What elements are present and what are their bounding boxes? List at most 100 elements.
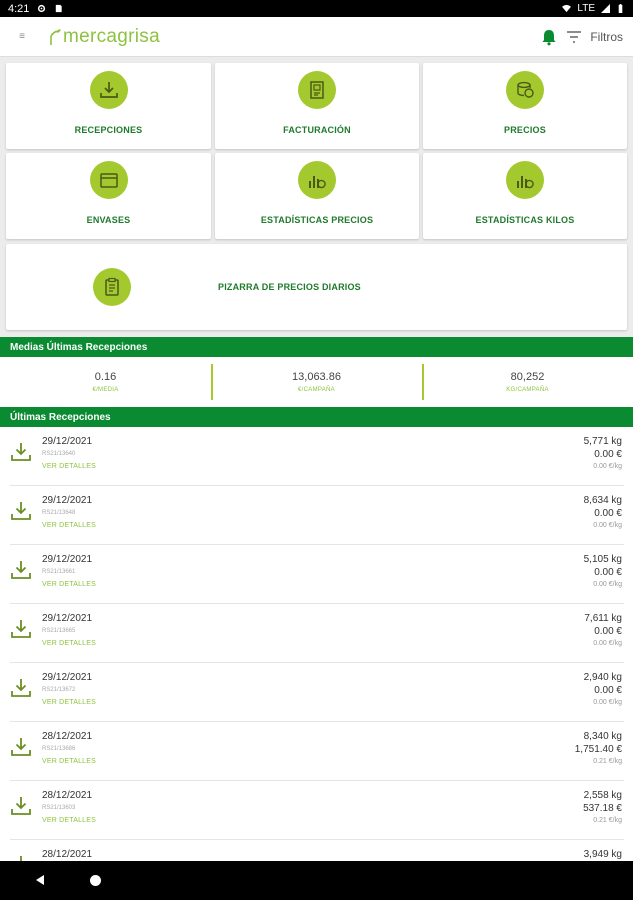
reception-date: 28/12/2021 [42,790,93,801]
reception-price-per-kg: 0.00 €/kg [593,640,622,647]
tile-facturacion[interactable]: FACTURACIÓN [215,63,419,149]
brand-name: mercagrisa [63,25,160,47]
reception-price-per-kg: 0.00 €/kg [593,699,622,706]
average-value: 13,063.86 [292,371,341,383]
reception-amount: 537.18 € [583,803,622,814]
reception-date: 28/12/2021 [42,849,93,860]
tile-estadisticas-precios[interactable]: ESTADÍSTICAS PRECIOS [215,153,419,239]
reception-kilos: 5,105 kg [583,554,622,565]
reception-row[interactable]: 28/12/2021 RS21/13686 VER DETALLES 8,340 kg… [10,722,624,781]
download-icon [11,443,31,461]
download-icon [11,679,31,697]
logo-leaf-icon [48,28,62,46]
average-media: 0.16 €/MEDIA [0,357,211,407]
download-icon [11,738,31,756]
reception-price-per-kg: 0.21 €/kg [593,758,622,765]
view-details-link[interactable]: VER DETALLES [42,817,96,824]
average-label: KG/CAMPAÑA [506,387,549,393]
signal-icon [601,4,610,13]
reception-price-per-kg: 0.00 €/kg [593,463,622,470]
filter-button-label[interactable]: Filtros [590,30,623,44]
tile-pizarra-precios[interactable]: PIZARRA DE PRECIOS DIARIOS [6,244,627,330]
wifi-icon [562,4,572,13]
average-value: 80,252 [510,371,545,383]
view-details-link[interactable]: VER DETALLES [42,581,96,588]
navigation-bar [0,861,633,900]
kilo-statistics-icon [506,161,544,199]
reception-price-per-kg: 0.00 €/kg [593,581,622,588]
average-label: €/CAMPAÑA [298,387,335,393]
reception-row[interactable]: 28/12/2021VER DETALLES3,949 kg [10,840,624,861]
back-icon[interactable] [34,874,46,886]
average-campaign-euros: 13,063.86 €/CAMPAÑA [211,357,422,407]
view-details-link[interactable]: VER DETALLES [42,522,96,529]
averages-section-header: Medias Últimas Recepciones [0,337,633,357]
app-bar: ≡ mercagrisa Filtros [0,17,633,57]
reception-code: RS21/13648 [42,510,76,516]
reception-row[interactable]: 29/12/2021 RS21/13648 VER DETALLES 8,634 kg… [10,486,624,545]
tile-label: ESTADÍSTICAS KILOS [475,215,575,225]
reception-code: RS21/13672 [42,687,76,693]
status-bar: 4:21 LTE [0,0,633,17]
tile-precios[interactable]: PRECIOS [423,63,627,149]
tile-label: FACTURACIÓN [283,125,351,135]
reception-date: 29/12/2021 [42,613,93,624]
download-icon [11,797,31,815]
reception-row[interactable]: 29/12/2021 RS21/13640 VER DETALLES 5,771 kg… [10,427,624,486]
download-icon [20,856,22,861]
receptions-list: 29/12/2021 RS21/13640 VER DETALLES 5,771 kg… [0,427,633,861]
reception-row[interactable]: 29/12/2021 RS21/13672 VER DETALLES 2,940 kg… [10,663,624,722]
sd-card-icon [56,4,63,13]
invoice-icon [298,71,336,109]
battery-icon [618,4,623,13]
average-label: €/MEDIA [92,387,119,393]
reception-kilos: 8,340 kg [583,731,622,742]
average-value: 0.16 [94,371,117,383]
reception-code: RS21/13640 [42,451,76,457]
download-icon [11,561,31,579]
download-icon [89,71,128,109]
network-type: LTE [577,3,595,14]
home-icon[interactable] [90,875,101,886]
reception-amount: 1,751.40 € [574,744,622,755]
bell-icon[interactable] [540,28,558,46]
view-details-link[interactable]: VER DETALLES [42,463,96,470]
view-details-link[interactable]: VER DETALLES [42,699,96,706]
view-details-link[interactable]: VER DETALLES [42,640,96,647]
reception-amount: 0.00 € [594,508,622,519]
receptions-section-header: Últimas Recepciones [0,407,633,427]
reception-date: 29/12/2021 [42,554,93,565]
reception-code: RS21/13661 [42,569,76,575]
reception-date: 29/12/2021 [42,495,93,506]
tile-envases[interactable]: ENVASES [6,153,211,239]
download-icon [11,502,31,520]
reception-row[interactable]: 28/12/2021 RS21/13603 VER DETALLES 2,558 kg… [10,781,624,840]
reception-date: 29/12/2021 [42,672,93,683]
tile-label: ESTADÍSTICAS PRECIOS [260,215,374,225]
receptions-title: Últimas Recepciones [10,411,111,423]
reception-kilos: 3,949 kg [583,849,622,860]
reception-kilos: 8,634 kg [583,495,622,506]
averages-title: Medias Últimas Recepciones [10,341,148,353]
reception-kilos: 5,771 kg [583,436,622,447]
price-statistics-icon [298,161,336,199]
download-icon [11,620,31,638]
reception-date: 28/12/2021 [42,731,93,742]
reception-kilos: 2,940 kg [583,672,622,683]
view-details-link[interactable]: VER DETALLES [42,758,96,765]
tile-recepciones[interactable]: RECEPCIONES [6,63,211,149]
reception-row[interactable]: 29/12/2021 RS21/13661 VER DETALLES 5,105 kg… [10,545,624,604]
reception-code: RS21/13686 [42,746,76,752]
status-time: 4:21 [8,2,30,15]
tile-label: PIZARRA DE PRECIOS DIARIOS [218,282,361,292]
reception-row[interactable]: 29/12/2021 RS21/13665 VER DETALLES 7,611 kg… [10,604,624,663]
averages-panel: 0.16 €/MEDIA 13,063.86 €/CAMPAÑA 80,252 … [0,357,633,407]
tile-label: ENVASES [86,215,131,225]
brand-logo: mercagrisa [48,26,160,48]
reception-amount: 0.00 € [594,449,622,460]
filter-icon[interactable] [566,29,582,45]
tile-estadisticas-kilos[interactable]: ESTADÍSTICAS KILOS [423,153,627,239]
reception-amount: 0.00 € [594,567,622,578]
settings-icon [38,4,46,13]
menu-icon[interactable]: ≡ [14,29,30,45]
